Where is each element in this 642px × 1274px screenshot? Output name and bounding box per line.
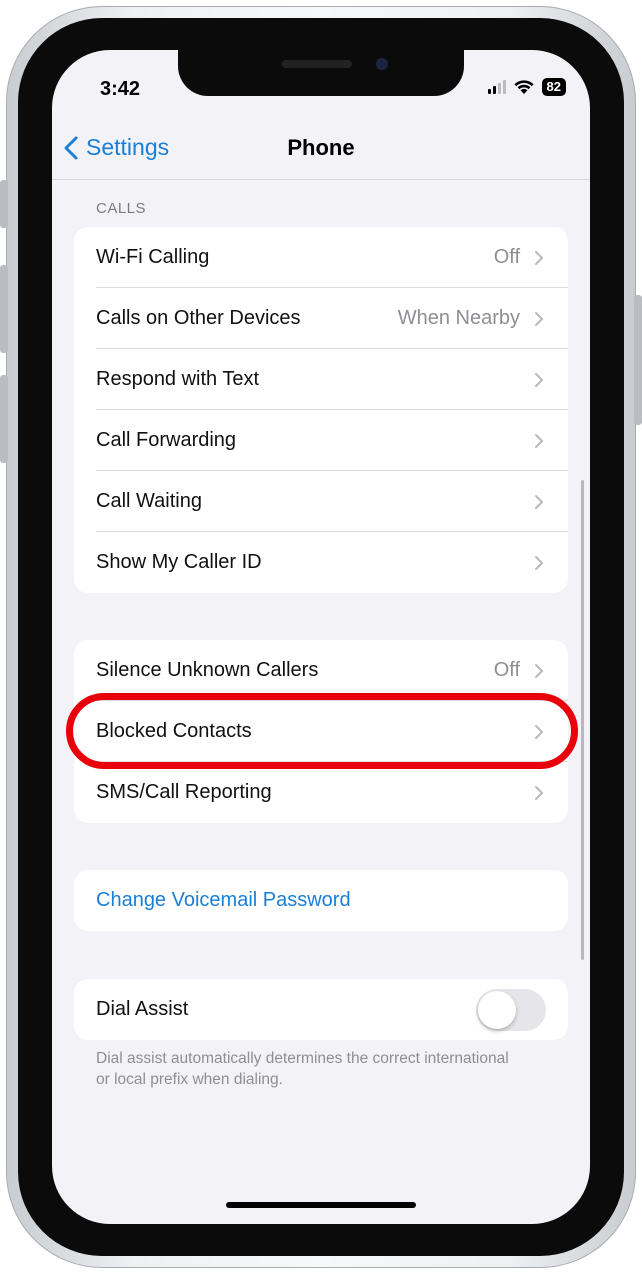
volume-up-button: [0, 265, 8, 353]
chevron-right-icon: [535, 494, 543, 509]
blocking-group: Silence Unknown Callers Off Blocked Cont…: [74, 640, 568, 823]
camera: [376, 58, 388, 70]
chevron-right-icon: [535, 663, 543, 678]
wifi-icon: [513, 80, 534, 94]
home-indicator[interactable]: [226, 1202, 416, 1208]
section-header-calls: CALLS: [96, 200, 147, 217]
row-label: Show My Caller ID: [96, 551, 262, 573]
chevron-right-icon: [535, 250, 543, 265]
battery-icon: 82: [541, 78, 566, 96]
chevron-right-icon: [535, 433, 543, 448]
row-value: When Nearby: [397, 307, 520, 329]
row-label: Silence Unknown Callers: [96, 659, 319, 681]
row-value: Off: [493, 246, 520, 268]
status-time: 3:42: [100, 78, 141, 100]
row-label: Call Waiting: [96, 490, 202, 512]
notch: [178, 50, 464, 96]
row-call-forwarding[interactable]: Call Forwarding: [74, 410, 568, 471]
link-label: Change Voicemail Password: [96, 889, 351, 911]
toggle-knob: [478, 991, 516, 1029]
row-wifi-calling[interactable]: Wi-Fi Calling Off: [74, 227, 568, 288]
dial-assist-footer: Dial assist automatically determines the…: [96, 1050, 509, 1088]
dial-assist-group: Dial Assist: [74, 979, 568, 1040]
change-voicemail-password-button[interactable]: Change Voicemail Password: [74, 870, 568, 931]
voicemail-group: Change Voicemail Password: [74, 870, 568, 931]
row-respond-with-text[interactable]: Respond with Text: [74, 349, 568, 410]
row-dial-assist: Dial Assist: [74, 979, 568, 1040]
row-blocked-contacts[interactable]: Blocked Contacts: [74, 701, 568, 762]
status-icons: 82: [487, 78, 566, 96]
calls-group: Wi-Fi Calling Off Calls on Other Devices…: [74, 227, 568, 593]
dial-assist-toggle[interactable]: [476, 989, 546, 1031]
row-call-waiting[interactable]: Call Waiting: [74, 471, 568, 532]
row-label: Call Forwarding: [96, 429, 237, 451]
chevron-right-icon: [535, 555, 543, 570]
power-button: [634, 295, 642, 425]
volume-down-button: [0, 375, 8, 463]
row-label: SMS/Call Reporting: [96, 781, 272, 803]
speaker: [282, 60, 352, 68]
navigation-bar: Settings Phone: [52, 128, 590, 180]
chevron-right-icon: [535, 372, 543, 387]
action-button: [0, 180, 8, 228]
chevron-right-icon: [535, 724, 543, 739]
row-value: Off: [493, 659, 520, 681]
chevron-right-icon: [535, 785, 543, 800]
scroll-indicator: [581, 480, 584, 960]
row-calls-on-other-devices[interactable]: Calls on Other Devices When Nearby: [74, 288, 568, 349]
screen: 3:42 82 Settings Phone CALLS Wi-Fi Calli…: [52, 50, 590, 1224]
row-label: Blocked Contacts: [96, 720, 252, 742]
row-sms-call-reporting[interactable]: SMS/Call Reporting: [74, 762, 568, 823]
row-label: Respond with Text: [96, 368, 260, 390]
row-silence-unknown-callers[interactable]: Silence Unknown Callers Off: [74, 640, 568, 701]
chevron-right-icon: [535, 311, 543, 326]
page-title: Phone: [287, 135, 355, 160]
cellular-signal-icon: [487, 80, 506, 94]
row-show-my-caller-id[interactable]: Show My Caller ID: [74, 532, 568, 593]
row-label: Wi-Fi Calling: [96, 246, 210, 268]
row-label: Calls on Other Devices: [96, 307, 301, 329]
